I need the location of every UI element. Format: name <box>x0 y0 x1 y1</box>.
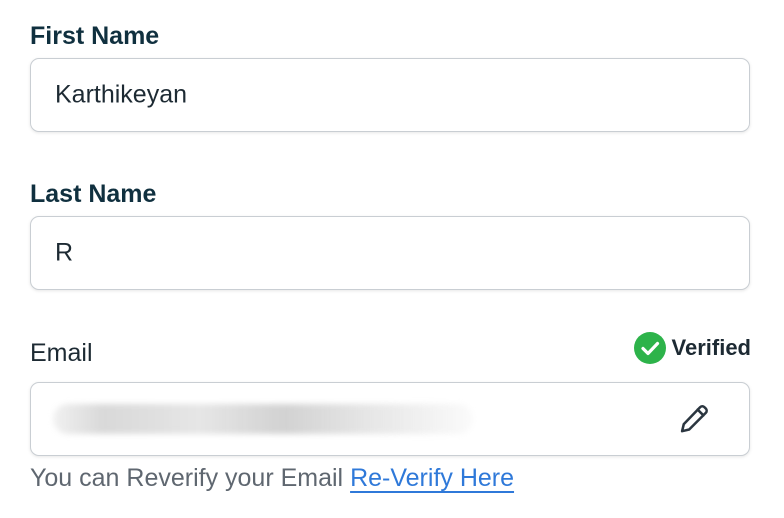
reverify-helper-label: You can Reverify your Email <box>30 464 344 492</box>
pencil-icon[interactable] <box>677 402 711 436</box>
check-circle-icon <box>633 332 666 364</box>
verified-badge: Verified <box>633 332 751 364</box>
verified-status-text: Verified <box>671 335 751 360</box>
email-field[interactable] <box>30 382 750 456</box>
first-name-label: First Name <box>30 22 160 50</box>
last-name-value: R <box>55 238 74 267</box>
last-name-label: Last Name <box>30 180 157 208</box>
first-name-field[interactable]: Karthikeyan <box>30 58 750 132</box>
first-name-value: Karthikeyan <box>55 80 188 109</box>
reverify-link[interactable]: Re-Verify Here <box>350 464 514 492</box>
email-label: Email <box>30 339 93 367</box>
last-name-field[interactable]: R <box>30 216 750 290</box>
email-helper-text: You can Reverify your Email Re-Verify He… <box>30 463 514 493</box>
email-value-redacted <box>53 404 473 434</box>
